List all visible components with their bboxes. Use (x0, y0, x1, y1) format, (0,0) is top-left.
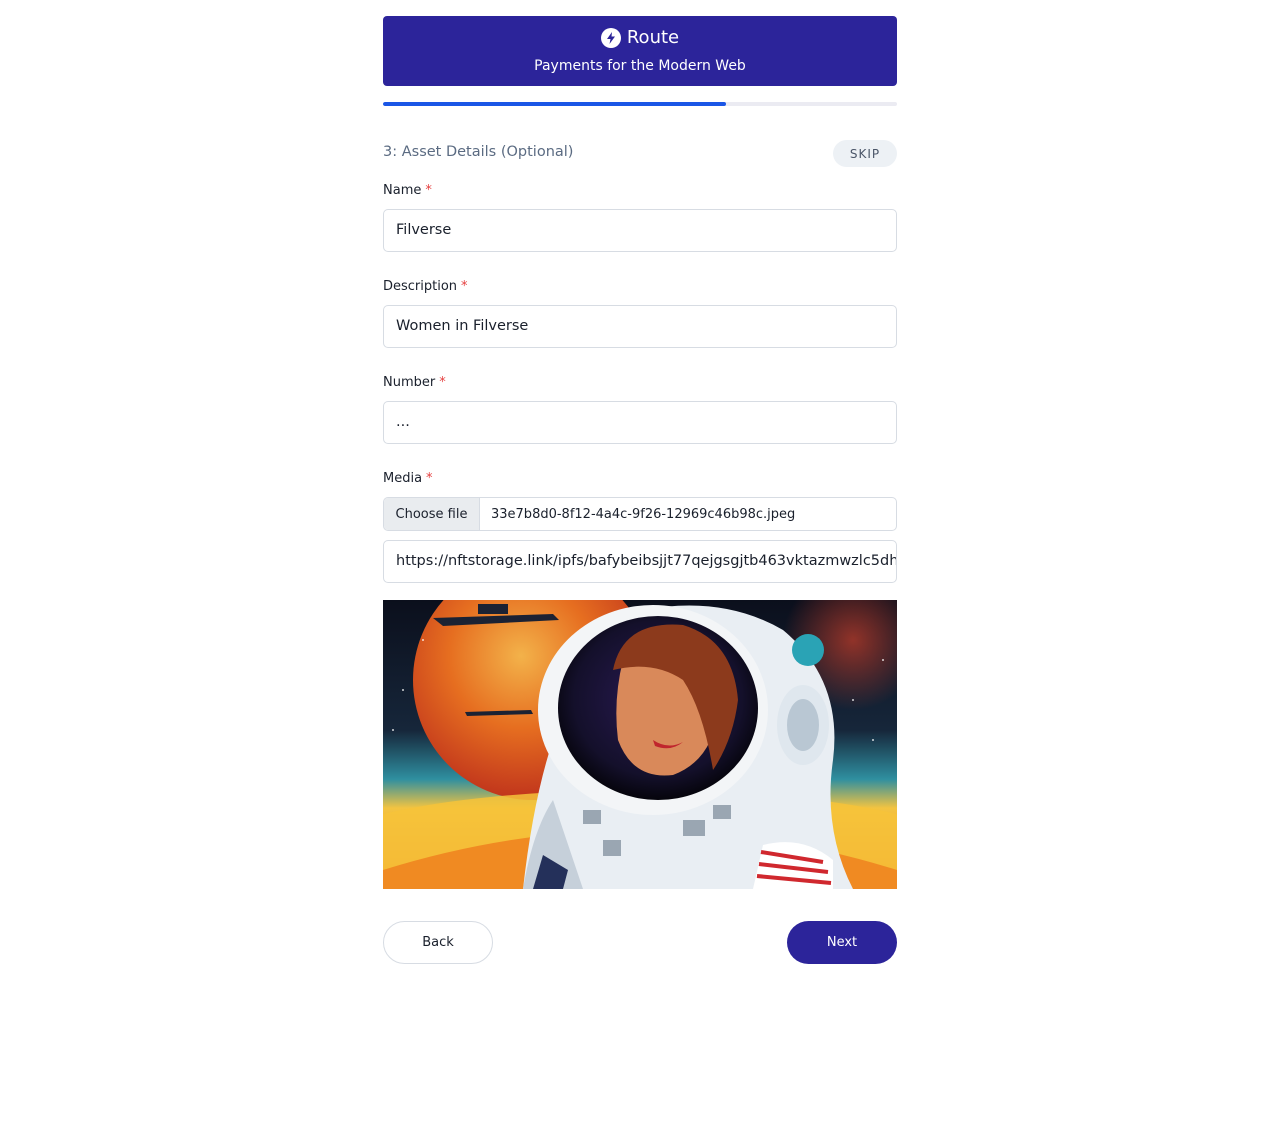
media-label: Media * (383, 470, 897, 488)
description-label-text: Description (383, 279, 458, 294)
number-label: Number * (383, 374, 897, 392)
skip-button[interactable]: SKIP (833, 140, 897, 167)
media-url-input[interactable]: https://nftstorage.link/ipfs/bafybeibsjj… (383, 540, 897, 583)
description-label: Description * (383, 278, 897, 296)
back-button[interactable]: Back (383, 921, 493, 964)
name-label-text: Name (383, 183, 422, 198)
progress-bar-fill (383, 102, 726, 106)
media-field-group: Media * Choose file 33e7b8d0-8f12-4a4c-9f… (383, 470, 897, 583)
required-mark: * (425, 183, 432, 198)
description-input[interactable]: Women in Filverse (383, 305, 897, 348)
name-input[interactable]: Filverse (383, 209, 897, 252)
name-field-group: Name * Filverse (383, 182, 897, 252)
asset-form-container: Route Payments for the Modern Web 3: Ass… (383, 16, 897, 964)
step-header: 3: Asset Details (Optional) SKIP (383, 138, 897, 167)
description-field-group: Description * Women in Filverse (383, 278, 897, 348)
required-mark: * (461, 279, 468, 294)
progress-bar (383, 102, 897, 106)
brand-tagline: Payments for the Modern Web (534, 58, 746, 74)
brand-row: Route (383, 26, 897, 50)
brand-name: Route (626, 27, 680, 48)
number-label-text: Number (383, 375, 436, 390)
step-title: 3: Asset Details (Optional) (383, 143, 574, 160)
number-field-group: Number * ... (383, 374, 897, 444)
name-label: Name * (383, 182, 897, 200)
media-file-input[interactable]: Choose file 33e7b8d0-8f12-4a4c-9f26-1296… (383, 497, 897, 531)
media-label-text: Media (383, 471, 423, 486)
required-mark: * (426, 471, 433, 486)
lightning-bolt-icon (600, 28, 621, 48)
choose-file-button[interactable]: Choose file (384, 498, 480, 530)
media-preview-image (383, 600, 897, 889)
brand-header: Route Payments for the Modern Web (383, 16, 897, 86)
required-mark: * (439, 375, 446, 390)
number-input[interactable]: ... (383, 401, 897, 444)
selected-file-name: 33e7b8d0-8f12-4a4c-9f26-12969c46b98c.jpe… (491, 506, 796, 522)
navigation-buttons: Back Next (383, 921, 897, 964)
next-button[interactable]: Next (787, 921, 897, 964)
